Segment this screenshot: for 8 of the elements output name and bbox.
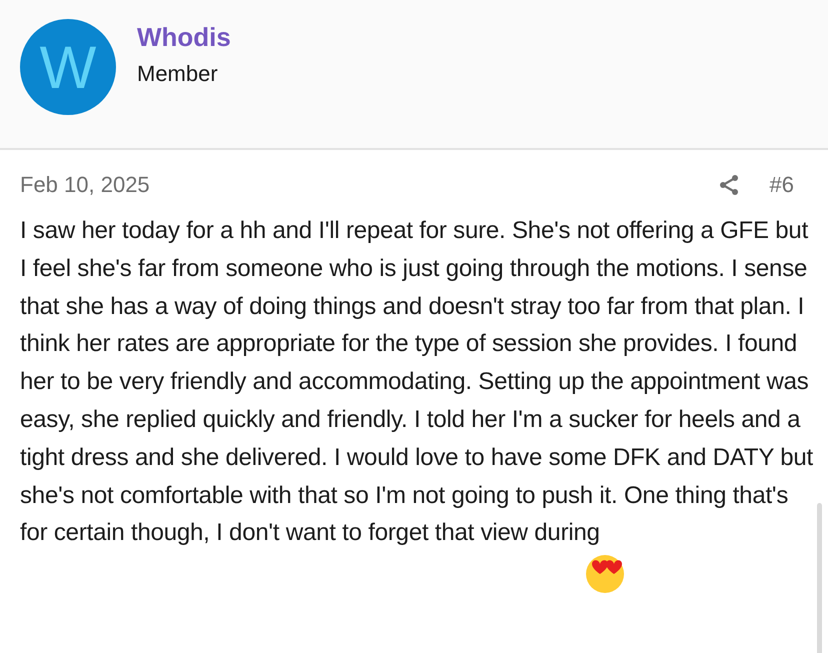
emoji-icon xyxy=(585,554,625,594)
post-date[interactable]: Feb 10, 2025 xyxy=(20,172,718,198)
user-role: Member xyxy=(137,61,219,87)
share-icon[interactable] xyxy=(718,174,740,196)
post-body: I saw her today for a hh and I'll repeat for sure. She's not offering a GFE but I feel she's far from someone who is just going through the motions. I sense that she has a way of doing things and doesn't stray too far from that plan. I think her rates are appropriate for the type of session she provides. I found her to be very friendly and accommodating. Setting up the appointment was easy, she replied quickly and friendly. I told her I'm a sucker for heels and a tight dress and she delivered. I would love to have some DFK and DATY but she's not comfortable with that so I'm not going to push it. One thing that's for certain though, I don't want to forget that view during xyxy=(19,216,814,548)
scrollbar[interactable] xyxy=(817,503,822,653)
post-number-link[interactable]: #6 xyxy=(770,172,794,198)
username-link[interactable]: Whodis xyxy=(137,22,231,53)
